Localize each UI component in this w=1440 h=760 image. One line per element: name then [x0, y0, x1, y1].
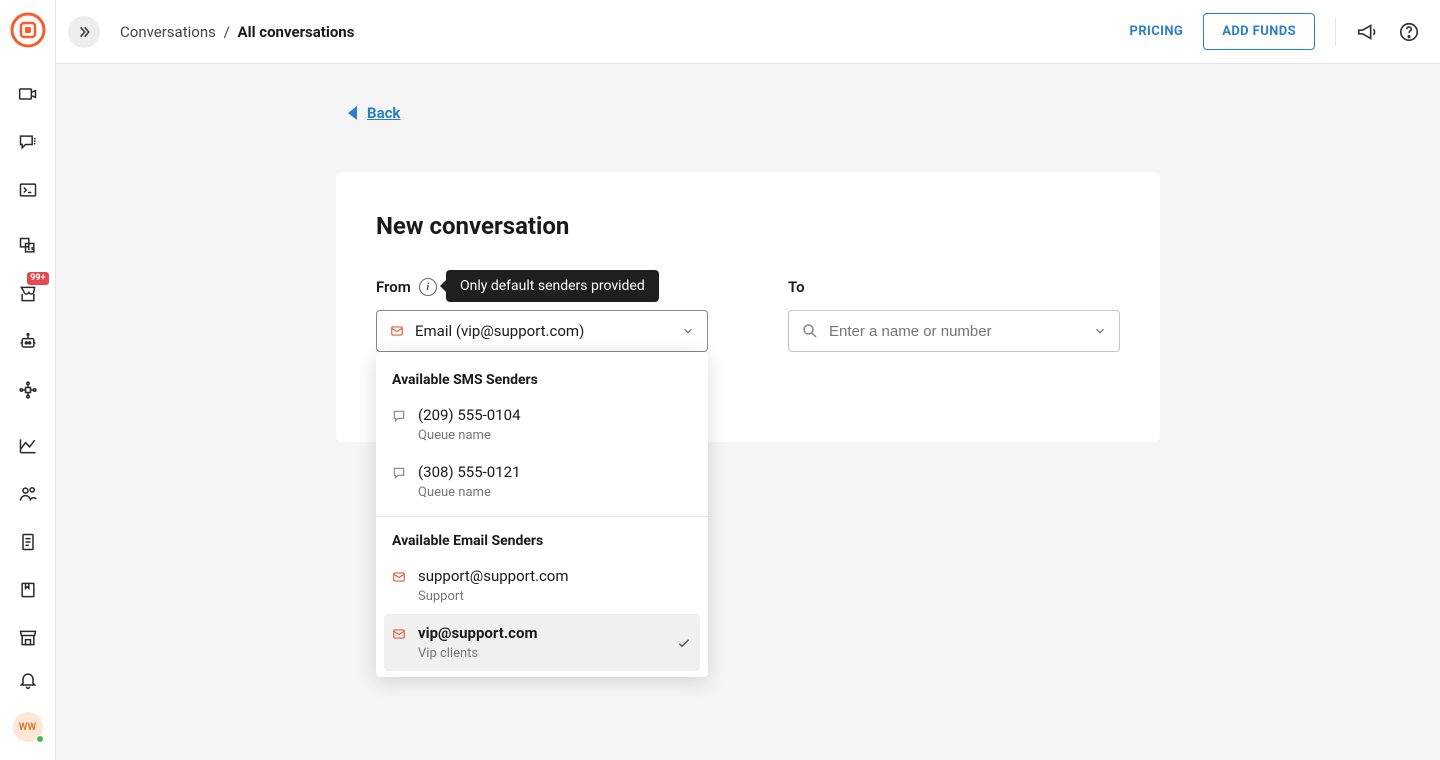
dropdown-item-title: vip@support.com [418, 624, 664, 642]
mail-icon [389, 323, 405, 339]
mail-icon [392, 570, 406, 584]
dropdown-sms-item[interactable]: (209) 555-0104 Queue name [376, 396, 708, 453]
nav-node-icon[interactable] [10, 376, 46, 404]
nav-stack-icon[interactable] [10, 232, 46, 260]
help-icon[interactable] [1398, 21, 1420, 43]
from-selected-value: Email (vip@support.com) [415, 322, 671, 340]
nav-analytics-icon[interactable] [10, 432, 46, 460]
dropdown-email-item[interactable]: support@support.com Support [376, 557, 708, 614]
dropdown-item-title: (308) 555-0121 [418, 463, 692, 481]
dropdown-sms-item[interactable]: (308) 555-0121 Queue name [376, 453, 708, 510]
nav-bookmark-icon[interactable] [10, 576, 46, 604]
topbar-divider [1335, 18, 1336, 46]
nav-storefront-icon[interactable] [10, 624, 46, 652]
dropdown-sms-header: Available SMS Senders [376, 362, 708, 396]
info-tooltip: Only default senders provided [446, 270, 659, 302]
new-conversation-card: New conversation From i Only default sen… [336, 172, 1160, 442]
breadcrumb-current: All conversations [238, 23, 355, 41]
sidebar: 99+ [0, 0, 56, 760]
nav-bell-icon[interactable] [10, 666, 46, 694]
chat-icon [392, 409, 406, 423]
dropdown-item-subtitle: Support [418, 589, 692, 604]
dropdown-item-subtitle: Queue name [418, 485, 692, 500]
nav-store-icon[interactable]: 99+ [10, 280, 46, 308]
check-icon [676, 635, 692, 651]
dropdown-divider [376, 516, 708, 517]
to-field: To [788, 276, 1120, 352]
nav-doc-icon[interactable] [10, 528, 46, 556]
from-dropdown: Available SMS Senders (209) 555-0104 Que… [376, 352, 708, 677]
nav-terminal-icon[interactable] [10, 176, 46, 204]
search-icon [801, 322, 819, 340]
dropdown-item-title: support@support.com [418, 567, 692, 585]
megaphone-icon[interactable] [1356, 21, 1378, 43]
from-select[interactable]: Email (vip@support.com) [376, 310, 708, 352]
logo[interactable] [10, 12, 46, 48]
topbar: Conversations / All conversations PRICIN… [56, 0, 1440, 64]
notification-badge: 99+ [27, 272, 48, 285]
expand-sidebar-button[interactable] [68, 16, 100, 48]
nav-chat-icon[interactable] [10, 128, 46, 156]
mail-icon [392, 627, 406, 641]
back-label: Back [367, 104, 400, 122]
from-field: From i Only default senders provided Ema… [376, 276, 708, 352]
chevron-down-icon [681, 324, 695, 338]
to-search-input[interactable] [829, 323, 1083, 340]
back-arrow-icon [348, 106, 357, 120]
pricing-link[interactable]: PRICING [1130, 24, 1184, 39]
breadcrumb-separator: / [224, 23, 230, 41]
dropdown-item-subtitle: Queue name [418, 428, 692, 443]
chevron-down-icon [1093, 324, 1107, 338]
presence-dot-icon [36, 735, 44, 743]
card-title: New conversation [376, 212, 1120, 240]
chat-icon [392, 466, 406, 480]
nav-people-icon[interactable] [10, 480, 46, 508]
dropdown-email-item-selected[interactable]: vip@support.com Vip clients [384, 614, 700, 671]
breadcrumb: Conversations / All conversations [120, 23, 354, 41]
back-link[interactable]: Back [348, 104, 400, 122]
info-icon[interactable]: i [419, 278, 437, 296]
nav-bot-icon[interactable] [10, 328, 46, 356]
add-funds-button[interactable]: ADD FUNDS [1203, 13, 1315, 50]
breadcrumb-parent[interactable]: Conversations [120, 23, 216, 41]
dropdown-item-title: (209) 555-0104 [418, 406, 692, 424]
dropdown-email-header: Available Email Senders [376, 523, 708, 557]
from-label: From [376, 278, 411, 296]
avatar[interactable]: WW [13, 712, 43, 742]
nav-outbound-icon[interactable] [10, 80, 46, 108]
avatar-initials: WW [19, 722, 37, 733]
dropdown-item-subtitle: Vip clients [418, 646, 664, 661]
to-label: To [788, 278, 805, 296]
to-input[interactable] [788, 310, 1120, 352]
